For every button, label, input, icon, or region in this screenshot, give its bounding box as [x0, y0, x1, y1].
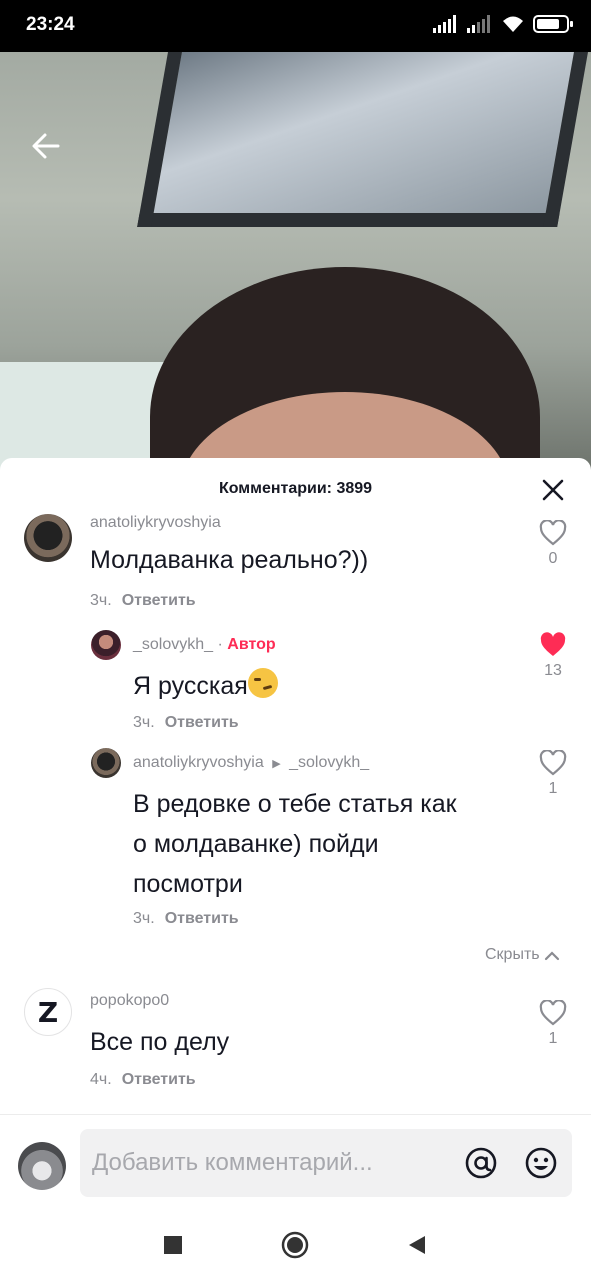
comment-text: В редовке о тебе статья как о молдаванке…	[133, 784, 457, 904]
system-nav-bar	[0, 1210, 591, 1280]
comment-time: 3ч.	[133, 910, 155, 927]
square-icon	[164, 1236, 182, 1254]
heart-outline-icon	[539, 520, 567, 546]
reply-to-username[interactable]: _solovykh_	[289, 754, 369, 771]
like-button[interactable]: 13	[533, 632, 573, 680]
comment-username: _solovykh_ · Автор	[133, 636, 276, 654]
reply-arrow-icon: ▶	[272, 758, 281, 770]
like-button[interactable]: 0	[533, 520, 573, 568]
mention-button[interactable]	[464, 1146, 498, 1180]
at-sign-icon	[465, 1147, 497, 1179]
comment-item: Z popokopo0 Все по делу 4ч. Ответить 1	[0, 988, 591, 1098]
video-window	[0, 362, 170, 472]
comment-input[interactable]: Добавить комментарий...	[80, 1129, 572, 1197]
comment-meta: 3ч. Ответить	[90, 592, 196, 610]
comment-username: anatoliykryvoshyia ▶ _solovykh_	[133, 754, 369, 772]
status-icons	[433, 14, 573, 34]
smiley-icon	[525, 1147, 557, 1179]
battery-icon	[533, 15, 573, 33]
like-button[interactable]: 1	[533, 750, 573, 798]
comment-username[interactable]: popokopo0	[90, 992, 169, 1010]
avatar-letter: Z	[37, 995, 59, 1029]
recents-button[interactable]	[158, 1230, 188, 1260]
video-background[interactable]	[0, 52, 591, 472]
like-count: 13	[544, 662, 562, 679]
smirking-face-emoji	[247, 668, 278, 698]
comments-title: Комментарии: 3899	[218, 480, 373, 497]
comment-text-line: посмотри	[133, 870, 243, 898]
back-button[interactable]	[24, 124, 68, 168]
wifi-icon	[503, 16, 523, 32]
comment-time: 3ч.	[133, 714, 155, 731]
emoji-button[interactable]	[524, 1146, 558, 1180]
my-avatar	[18, 1142, 66, 1190]
comment-reply-item: anatoliykryvoshyia ▶ _solovykh_ В редовк…	[0, 748, 591, 928]
back-arrow-icon	[32, 133, 60, 159]
comment-text: Все по делу	[90, 1028, 230, 1056]
comment-username[interactable]: anatoliykryvoshyia	[90, 514, 221, 532]
home-circle-icon	[281, 1231, 309, 1259]
comment-username-text[interactable]: anatoliykryvoshyia	[133, 754, 264, 771]
like-count: 1	[548, 780, 558, 797]
heart-filled-icon	[540, 632, 566, 656]
home-button[interactable]	[280, 1230, 310, 1260]
triangle-back-icon	[409, 1236, 425, 1254]
like-button[interactable]: 1	[533, 1000, 573, 1048]
reply-button[interactable]: Ответить	[122, 1071, 196, 1088]
avatar[interactable]	[24, 514, 72, 562]
status-bar: 23:24	[0, 0, 591, 52]
comment-meta: 4ч. Ответить	[90, 1071, 196, 1089]
avatar[interactable]: Z	[24, 988, 72, 1036]
hide-replies-button[interactable]: Скрыть	[485, 946, 560, 964]
comments-sheet: Комментарии: 3899 anatoliykryvoshyia Мол…	[0, 458, 591, 1210]
status-time: 23:24	[26, 14, 75, 35]
comment-text: Молдаванка реально?))	[90, 546, 369, 574]
close-icon	[542, 479, 564, 501]
back-nav-button[interactable]	[402, 1230, 432, 1260]
comment-time: 4ч.	[90, 1071, 112, 1088]
avatar[interactable]	[91, 748, 121, 778]
heart-outline-icon	[539, 1000, 567, 1026]
comment-text-body: Я русская	[133, 672, 248, 700]
separator-dot: ·	[217, 636, 228, 653]
avatar[interactable]	[91, 630, 121, 660]
reply-button[interactable]: Ответить	[165, 714, 239, 731]
close-button[interactable]	[538, 475, 568, 505]
signal-icon	[433, 15, 459, 33]
heart-outline-icon	[539, 750, 567, 776]
signal-2-icon	[467, 15, 493, 33]
comment-meta: 3ч. Ответить	[133, 714, 239, 732]
comment-time: 3ч.	[90, 592, 112, 609]
comment-input-bar: Добавить комментарий...	[0, 1114, 591, 1210]
comment-input-placeholder: Добавить комментарий...	[92, 1149, 373, 1176]
comment-username-text[interactable]: _solovykh_	[133, 636, 213, 653]
author-badge: Автор	[227, 636, 276, 653]
hide-replies-label: Скрыть	[485, 946, 540, 963]
comment-text-line: В редовке о тебе статья как	[133, 790, 457, 818]
like-count: 1	[548, 1030, 558, 1047]
comment-text-line: о молдаванке) пойди	[133, 830, 379, 858]
comment-item: anatoliykryvoshyia Молдаванка реально?))…	[0, 514, 591, 624]
comment-meta: 3ч. Ответить	[133, 910, 239, 928]
reply-button[interactable]: Ответить	[122, 592, 196, 609]
like-count: 0	[548, 550, 558, 567]
chevron-up-icon	[544, 951, 559, 961]
reply-button[interactable]: Ответить	[165, 910, 239, 927]
comment-text: Я русская	[133, 666, 278, 706]
comment-reply-item: _solovykh_ · Автор Я русская 3ч. Ответить…	[0, 630, 591, 740]
video-sunroof	[137, 52, 589, 227]
